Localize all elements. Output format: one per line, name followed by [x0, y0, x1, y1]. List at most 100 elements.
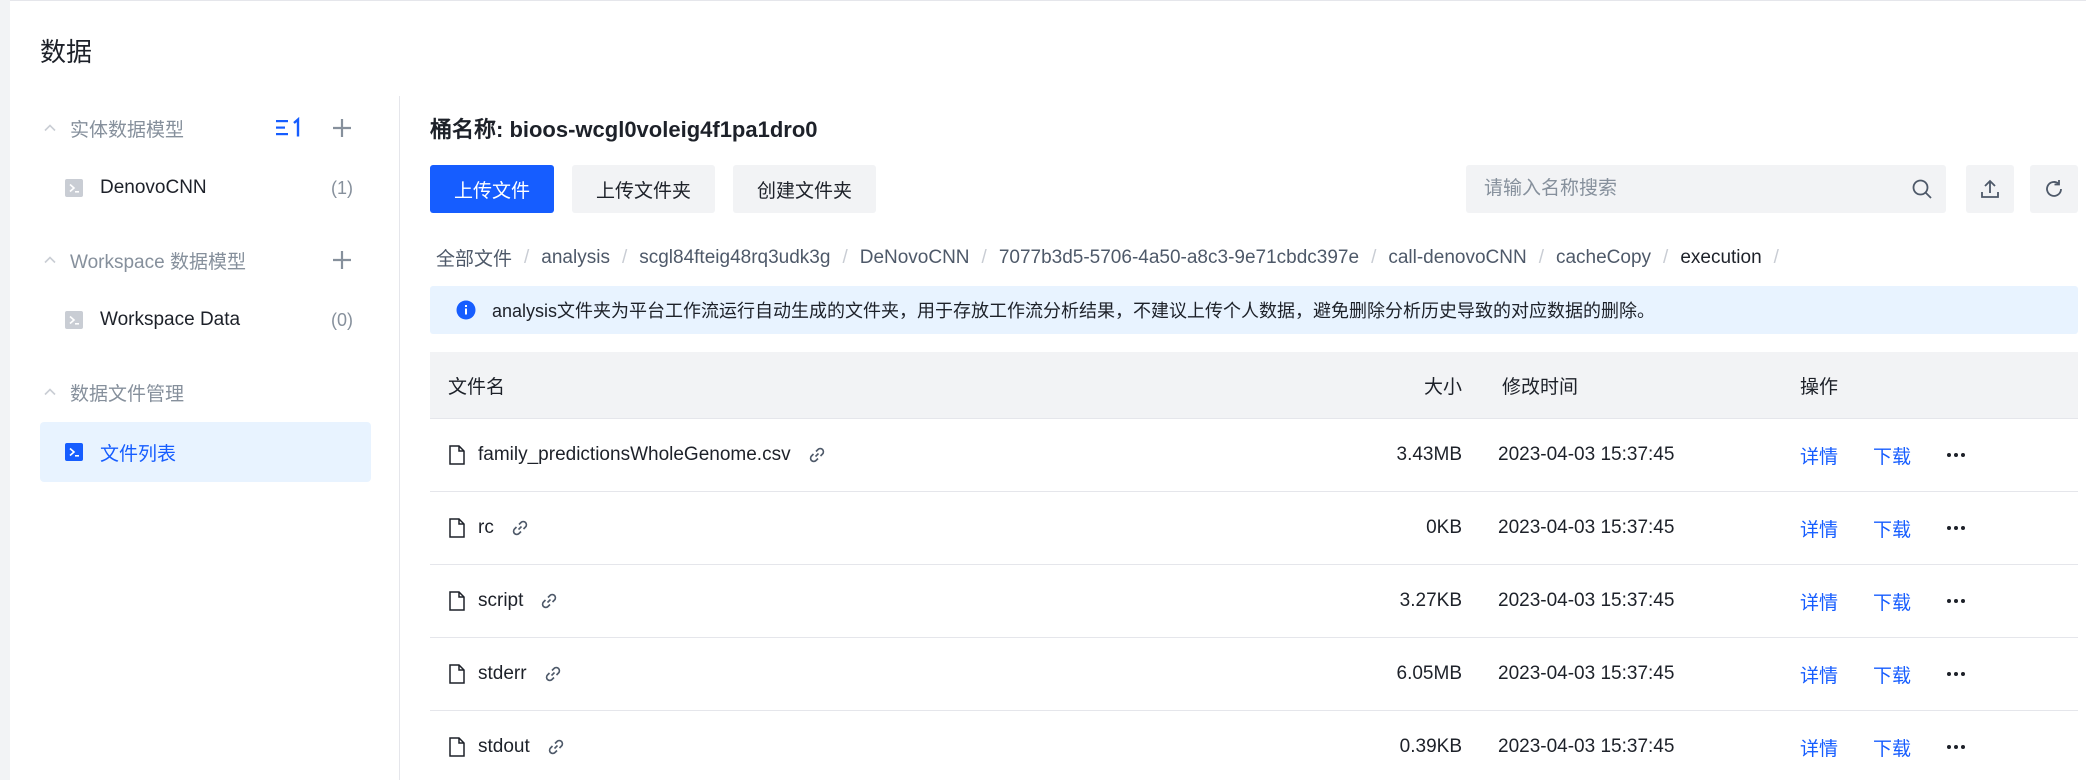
file-modified: 2023-04-03 15:37:45 [1498, 444, 1675, 465]
alert-text: analysis文件夹为平台工作流运行自动生成的文件夹，用于存放工作流分析结果，… [492, 301, 1656, 321]
breadcrumb-item[interactable]: 7077b3d5-5706-4a50-a8c3-9e71cbdc397e [999, 247, 1359, 269]
data-model-icon [64, 178, 84, 198]
table-row: script 3.27KB 2023-04-03 15:37:45 详情 下载 [430, 565, 2078, 638]
breadcrumb-separator: / [1371, 246, 1377, 268]
file-icon [448, 737, 466, 757]
sort-list-icon[interactable] [275, 113, 305, 143]
info-alert: analysis文件夹为平台工作流运行自动生成的文件夹，用于存放工作流分析结果，… [430, 286, 2078, 334]
file-icon [448, 518, 466, 538]
breadcrumb-separator: / [621, 246, 628, 268]
file-size: 6.05MB [1396, 663, 1462, 684]
sidebar: 实体数据模型 DenovoCNN (1) Workspace 数据模型 Work… [40, 98, 371, 482]
column-header-name: 文件名 [448, 377, 506, 398]
data-model-icon [64, 310, 84, 330]
more-icon[interactable] [1946, 638, 1966, 710]
column-header-ops: 操作 [1800, 377, 1839, 398]
more-icon[interactable] [1946, 419, 1966, 491]
chevron-up-icon[interactable] [40, 118, 60, 138]
table-row: stdout 0.39KB 2023-04-03 15:37:45 详情 下载 [430, 711, 2078, 780]
breadcrumb-item[interactable]: DeNovoCNN [860, 247, 970, 269]
more-icon[interactable] [1946, 492, 1966, 564]
plus-icon[interactable] [327, 245, 357, 275]
section-label: Workspace 数据模型 [70, 251, 246, 273]
link-icon[interactable] [545, 666, 561, 682]
breadcrumb-item[interactable]: 全部文件 [436, 244, 512, 271]
file-name[interactable]: rc [478, 517, 494, 539]
search-input[interactable] [1466, 165, 1898, 213]
section-file-management[interactable]: 数据文件管理 [40, 362, 371, 422]
info-icon [456, 300, 476, 320]
section-label: 实体数据模型 [70, 119, 185, 141]
download-link[interactable]: 下载 [1873, 565, 1911, 637]
file-modified: 2023-04-03 15:37:45 [1498, 517, 1675, 538]
breadcrumb-item[interactable]: call-denovoCNN [1388, 247, 1526, 269]
detail-link[interactable]: 详情 [1800, 419, 1838, 491]
download-link[interactable]: 下载 [1873, 492, 1911, 564]
file-name[interactable]: family_predictionsWholeGenome.csv [478, 444, 791, 466]
detail-link[interactable]: 详情 [1800, 492, 1838, 564]
upload-file-button[interactable]: 上传文件 [430, 165, 555, 213]
refresh-button[interactable] [2030, 165, 2078, 213]
file-icon [448, 591, 466, 611]
breadcrumb-item[interactable]: scgl84fteig48rq3udk3g [639, 247, 830, 269]
file-name[interactable]: stderr [478, 663, 527, 685]
section-entity-model[interactable]: 实体数据模型 [40, 98, 371, 158]
sidebar-item-label: 文件列表 [100, 443, 177, 465]
file-table: 文件名 大小 修改时间 操作 family_predictionsWholeGe… [430, 352, 2078, 780]
detail-link[interactable]: 详情 [1800, 711, 1838, 780]
download-link[interactable]: 下载 [1873, 638, 1911, 710]
file-modified: 2023-04-03 15:37:45 [1498, 663, 1675, 684]
download-link[interactable]: 下载 [1873, 711, 1911, 780]
upload-folder-button[interactable]: 上传文件夹 [572, 165, 716, 213]
create-folder-button[interactable]: 创建文件夹 [733, 165, 877, 213]
table-row: family_predictionsWholeGenome.csv 3.43MB… [430, 419, 2078, 492]
upload-icon [1979, 178, 2001, 200]
sidebar-item-denovocnn[interactable]: DenovoCNN (1) [40, 158, 371, 218]
bucket-title: 桶名称: bioos-wcgl0voleig4f1pa1dro0 [430, 117, 818, 142]
file-name[interactable]: script [478, 590, 523, 612]
table-row: stderr 6.05MB 2023-04-03 15:37:45 详情 下载 [430, 638, 2078, 711]
download-link[interactable]: 下载 [1873, 419, 1911, 491]
page-title: 数据 [40, 37, 93, 67]
breadcrumb-item[interactable]: analysis [541, 247, 610, 269]
section-actions [327, 230, 357, 290]
more-icon[interactable] [1946, 711, 1966, 780]
sidebar-item-label: Workspace Data [100, 309, 241, 330]
file-list-icon [64, 442, 84, 462]
sidebar-item-file-list[interactable]: 文件列表 [40, 422, 371, 482]
sidebar-divider [399, 96, 400, 780]
breadcrumb: 全部文件 / analysis / scgl84fteig48rq3udk3g … [436, 244, 1791, 271]
link-icon[interactable] [512, 520, 528, 536]
breadcrumb-separator: / [1538, 246, 1544, 268]
upload-button[interactable] [1966, 165, 2014, 213]
breadcrumb-separator: / [1663, 246, 1669, 268]
table-row: rc 0KB 2023-04-03 15:37:45 详情 下载 [430, 492, 2078, 565]
plus-icon[interactable] [327, 113, 357, 143]
top-border [10, 0, 2086, 1]
sidebar-item-workspace-data[interactable]: Workspace Data (0) [40, 290, 371, 350]
file-icon [448, 445, 466, 465]
breadcrumb-separator: / [524, 246, 530, 268]
search-icon[interactable] [1898, 165, 1946, 213]
section-workspace-model[interactable]: Workspace 数据模型 [40, 230, 371, 290]
left-gutter [0, 0, 10, 780]
breadcrumb-item[interactable]: cacheCopy [1556, 247, 1651, 269]
chevron-up-icon[interactable] [40, 382, 60, 402]
search-box [1466, 165, 1946, 213]
link-icon[interactable] [809, 447, 825, 463]
file-modified: 2023-04-03 15:37:45 [1498, 736, 1675, 757]
file-icon [448, 664, 466, 684]
sidebar-item-count: (0) [331, 309, 353, 330]
detail-link[interactable]: 详情 [1800, 565, 1838, 637]
table-header: 文件名 大小 修改时间 操作 [430, 352, 2078, 419]
detail-link[interactable]: 详情 [1800, 638, 1838, 710]
file-name[interactable]: stdout [478, 736, 530, 758]
link-icon[interactable] [548, 739, 564, 755]
file-size: 0KB [1426, 517, 1462, 538]
chevron-up-icon[interactable] [40, 250, 60, 270]
link-icon[interactable] [541, 593, 557, 609]
breadcrumb-separator: / [1773, 246, 1779, 268]
more-icon[interactable] [1946, 565, 1966, 637]
file-size: 3.27KB [1399, 590, 1462, 611]
breadcrumb-current: execution [1680, 246, 1762, 268]
